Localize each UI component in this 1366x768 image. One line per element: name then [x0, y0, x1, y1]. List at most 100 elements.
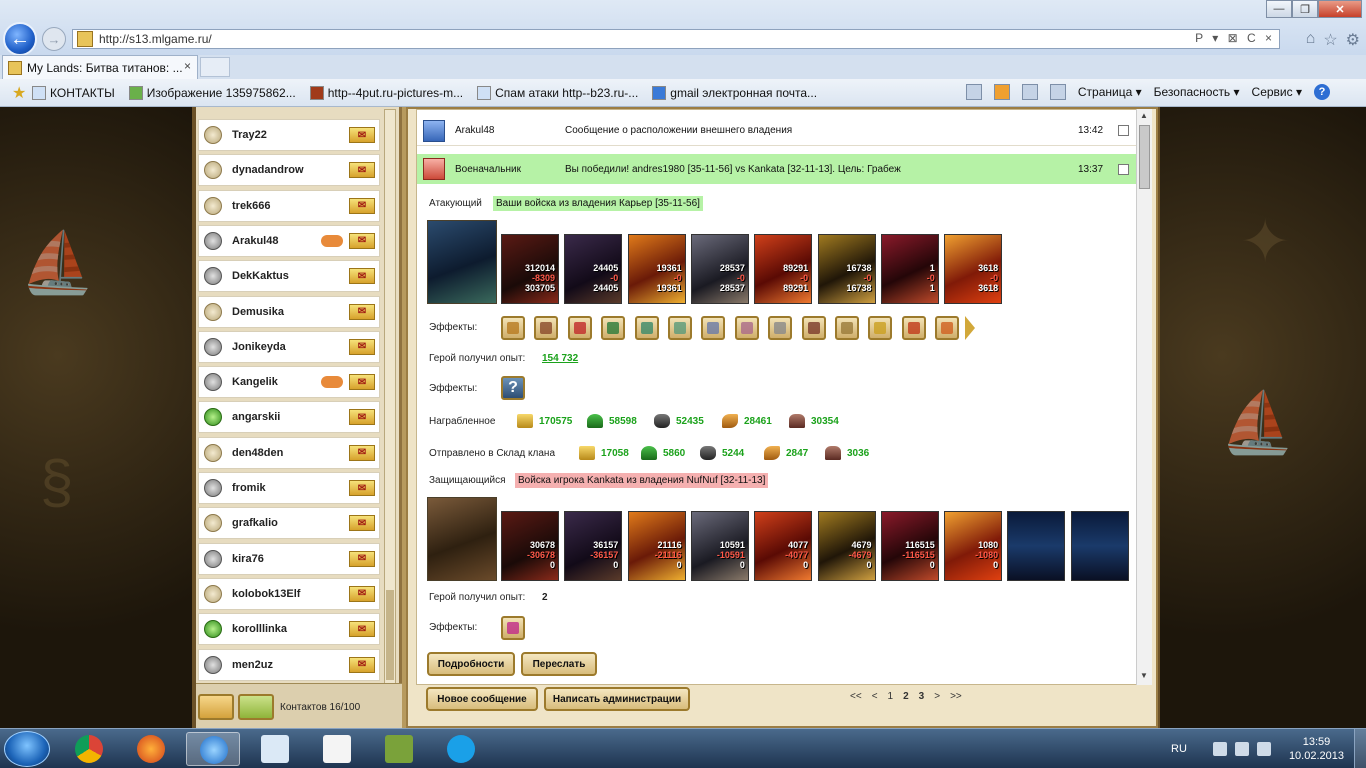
new-message-button[interactable]: Новое сообщение [426, 687, 538, 711]
volume-icon[interactable] [1256, 742, 1271, 756]
effects-more-arrow-icon[interactable] [965, 316, 975, 340]
send-message-icon[interactable]: ✉ [349, 444, 375, 461]
favorite-link[interactable]: КОНТАКТЫ [32, 85, 115, 100]
send-message-icon[interactable]: ✉ [349, 162, 375, 179]
battle-effect-icon[interactable] [567, 316, 592, 340]
unit-stack[interactable]: 4077 -4077 0 [754, 511, 813, 581]
send-message-icon[interactable]: ✉ [349, 303, 375, 320]
unit-stack[interactable]: 30678 -30678 0 [501, 511, 559, 581]
back-button[interactable]: ← [3, 22, 37, 56]
battle-effect-icon[interactable] [868, 316, 893, 340]
home-icon[interactable] [965, 84, 982, 100]
page-1[interactable]: 1 [888, 691, 894, 702]
favorite-link[interactable]: Спам атаки http--b23.ru-... [477, 85, 638, 100]
attacker-xp-link[interactable]: 154 732 [542, 353, 578, 364]
unit-stack[interactable]: 312014 -8309 303705 [501, 234, 559, 304]
network-icon[interactable] [1212, 742, 1227, 756]
write-admin-button[interactable]: Написать администрации [544, 687, 690, 711]
unit-stack[interactable]: 10591 -10591 0 [690, 511, 749, 581]
contact-item[interactable]: DekKaktus ✉ [198, 260, 380, 293]
send-message-icon[interactable]: ✉ [349, 374, 375, 391]
send-message-icon[interactable]: ✉ [349, 515, 375, 532]
calculator-taskbar-button[interactable] [372, 732, 426, 766]
contact-item[interactable]: den48den ✉ [198, 436, 380, 469]
contacts-book-button[interactable] [238, 694, 274, 720]
language-indicator[interactable]: RU [1171, 743, 1187, 755]
page-last[interactable]: >> [950, 691, 962, 702]
battle-effect-icon[interactable] [935, 316, 960, 340]
contact-item[interactable]: Kangelik ✉ [198, 366, 380, 399]
flag-icon[interactable] [1234, 742, 1249, 756]
address-tools[interactable]: P ▾ ⊠ C × [1195, 31, 1275, 45]
attacker-hero-portrait[interactable] [427, 220, 497, 304]
contact-item[interactable]: kolobok13Elf ✉ [198, 577, 380, 610]
send-message-icon[interactable]: ✉ [349, 480, 375, 496]
battle-effect-icon[interactable] [634, 316, 659, 340]
message-row-selected[interactable]: Военачальник Вы победили! andres1980 [35… [417, 154, 1143, 184]
browser-tab[interactable]: My Lands: Битва титанов: ... × [2, 55, 198, 79]
battle-effect-icon[interactable] [768, 316, 793, 340]
contact-item[interactable]: Tray22 ✉ [198, 119, 380, 151]
skype-taskbar-button[interactable] [434, 732, 488, 766]
clock[interactable]: 13:59 10.02.2013 [1289, 735, 1344, 763]
contacts-scrollbar[interactable] [384, 109, 396, 684]
contact-item[interactable]: dynadandrow ✉ [198, 154, 380, 187]
print-icon[interactable] [1049, 84, 1066, 100]
scroll-down-icon[interactable]: ▼ [1139, 671, 1149, 681]
contact-item[interactable]: men2uz ✉ [198, 648, 380, 681]
rss-icon[interactable] [993, 84, 1010, 100]
contact-item[interactable]: fromik ✉ [198, 472, 380, 504]
send-message-icon[interactable]: ✉ [349, 409, 375, 426]
unit-stack[interactable]: 116515 -116515 0 [880, 511, 939, 581]
unit-stack[interactable] [1070, 511, 1129, 581]
favorites-star-icon[interactable]: ★ [12, 83, 26, 103]
contact-item[interactable]: kira76 ✉ [198, 542, 380, 575]
favorites-star-icon[interactable]: ☆ [1323, 30, 1337, 50]
unit-stack[interactable]: 19361 -0 19361 [627, 234, 686, 304]
minimize-button[interactable]: — [1266, 0, 1292, 18]
show-desktop-button[interactable] [1354, 729, 1366, 768]
contact-item[interactable]: Arakul48 ✉ [198, 224, 380, 257]
scroll-thumb[interactable] [386, 590, 394, 680]
send-message-icon[interactable]: ✉ [349, 127, 375, 143]
unit-stack[interactable]: 1080 -1080 0 [944, 511, 1003, 581]
contact-item[interactable]: angarskii ✉ [198, 401, 380, 434]
unit-stack[interactable]: 36157 -36157 0 [564, 511, 623, 581]
contact-item[interactable]: trek666 ✉ [198, 189, 380, 222]
chrome-taskbar-button[interactable] [62, 732, 116, 766]
forward-button[interactable]: → [42, 27, 66, 51]
message-checkbox[interactable] [1118, 125, 1129, 136]
ie-taskbar-button[interactable] [186, 732, 240, 766]
battle-effect-icon[interactable] [534, 316, 559, 340]
battle-effect-icon[interactable] [835, 316, 859, 340]
battle-effect-icon[interactable] [701, 316, 726, 340]
battle-effect-icon[interactable] [801, 316, 826, 340]
unit-stack[interactable]: 3618 -0 3618 [944, 234, 1003, 304]
mail-icon[interactable] [1021, 84, 1038, 100]
send-message-icon[interactable]: ✉ [349, 656, 375, 673]
maximize-button[interactable]: ❐ [1292, 0, 1318, 18]
send-message-icon[interactable]: ✉ [349, 197, 375, 214]
contact-item[interactable]: Jonikeyda ✉ [198, 330, 380, 363]
favorite-link[interactable]: Изображение 135975862... [128, 85, 296, 100]
unit-stack[interactable]: 16738 -0 16738 [817, 234, 876, 304]
battle-effect-icon[interactable] [501, 316, 525, 340]
scroll-thumb[interactable] [1139, 125, 1150, 189]
unit-stack[interactable]: 89291 -0 89291 [754, 234, 813, 304]
firefox-taskbar-button[interactable] [124, 732, 178, 766]
unit-stack[interactable]: 21116 -21116 0 [627, 511, 686, 581]
unit-stack[interactable]: 1 -0 1 [880, 234, 939, 304]
notepad-taskbar-button[interactable] [248, 732, 302, 766]
send-message-icon[interactable]: ✉ [349, 268, 375, 285]
tools-menu[interactable]: Сервис ▾ [1252, 85, 1302, 99]
add-contact-button[interactable] [198, 694, 234, 720]
unknown-effect-icon[interactable]: ? [501, 376, 525, 400]
forward-message-button[interactable]: Переслать [521, 652, 597, 676]
send-message-icon[interactable]: ✉ [349, 585, 375, 602]
page-menu[interactable]: Страница ▾ [1078, 85, 1142, 99]
start-button[interactable] [4, 731, 50, 767]
tab-close-icon[interactable]: × [184, 59, 191, 73]
messages-scrollbar[interactable]: ▲ ▼ [1136, 109, 1152, 685]
favorite-link[interactable]: http--4put.ru-pictures-m... [309, 85, 463, 100]
unit-stack[interactable]: 28537 -0 28537 [690, 234, 749, 304]
